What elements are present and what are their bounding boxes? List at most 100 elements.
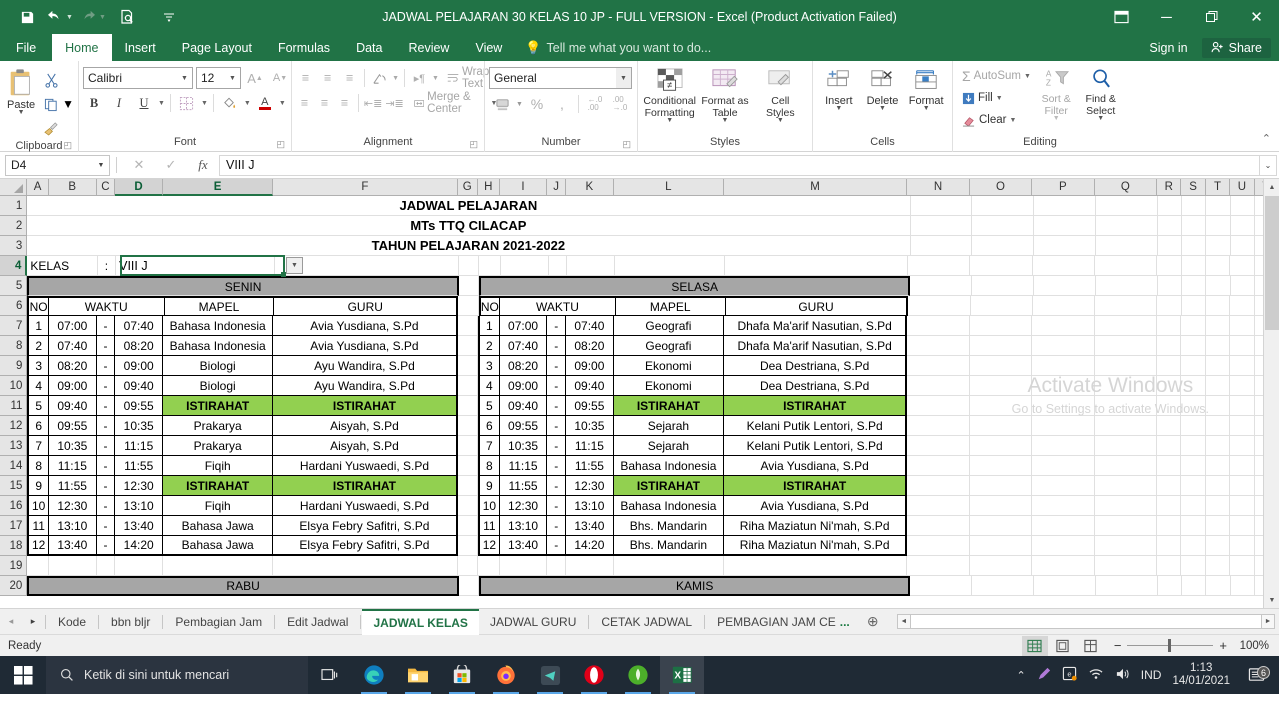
clear-button[interactable]: Clear ▼ <box>959 110 1034 130</box>
grid-cell[interactable] <box>273 556 458 576</box>
microsoft-edge-icon[interactable] <box>352 656 396 694</box>
grid-cell[interactable]: 2 <box>478 336 500 356</box>
grid-cell[interactable] <box>1181 536 1206 556</box>
grid-cell[interactable] <box>1094 496 1158 516</box>
grid-cell[interactable] <box>1182 276 1207 296</box>
grid-cell[interactable]: Bahasa Indonesia <box>613 456 724 476</box>
zoom-out-button[interactable]: − <box>1114 638 1122 653</box>
grid-cell[interactable] <box>1094 536 1158 556</box>
grid-cell[interactable]: 09:00 <box>48 376 97 396</box>
grid-cell[interactable] <box>1181 516 1206 536</box>
column-header-P[interactable]: P <box>1032 179 1095 196</box>
grid-cell[interactable] <box>1230 336 1255 356</box>
grid-cell[interactable]: WAKTU <box>48 296 165 316</box>
grid-cell[interactable] <box>969 456 1033 476</box>
zoom-track[interactable] <box>1127 639 1214 652</box>
grid-cell[interactable] <box>972 216 1035 236</box>
grid-cell[interactable] <box>907 516 970 536</box>
scroll-up-button[interactable]: ▲ <box>1264 179 1279 195</box>
grid-cell[interactable] <box>500 256 549 276</box>
grid-cell[interactable]: ISTIRAHAT <box>613 476 724 496</box>
grid-cell[interactable] <box>1094 336 1158 356</box>
paste-dropdown-icon[interactable]: ▼ <box>18 109 25 116</box>
grid-cell[interactable]: Geografi <box>613 316 724 336</box>
row-header-4[interactable]: 4 <box>0 256 28 276</box>
grid-cell[interactable]: ISTIRAHAT <box>273 396 458 416</box>
grid-cell[interactable] <box>1158 236 1183 256</box>
grid-cell[interactable] <box>458 276 480 296</box>
firefox-icon[interactable] <box>484 656 528 694</box>
clear-dropdown-icon[interactable]: ▼ <box>1009 117 1016 124</box>
grid-cell[interactable]: 08:20 <box>565 336 614 356</box>
grid-cell[interactable]: 09:40 <box>115 376 164 396</box>
grid-cell[interactable]: 2 <box>27 336 49 356</box>
close-button[interactable]: ✕ <box>1234 0 1279 34</box>
share-button[interactable]: Share <box>1201 37 1271 58</box>
grid-cell[interactable] <box>1230 536 1255 556</box>
grid-cell[interactable]: 6 <box>27 416 49 436</box>
column-header-B[interactable]: B <box>48 179 97 196</box>
restore-button[interactable] <box>1189 0 1234 34</box>
grid-cell[interactable]: 10:35 <box>115 416 164 436</box>
format-dropdown-icon[interactable]: ▼ <box>923 105 930 112</box>
grid-cell[interactable] <box>567 256 615 276</box>
vertical-scrollbar[interactable]: ▲ ▼ <box>1263 179 1279 608</box>
zoom-slider[interactable]: − + <box>1114 638 1227 653</box>
grid-cell[interactable]: ISTIRAHAT <box>723 476 908 496</box>
opera-icon[interactable] <box>572 656 616 694</box>
grid-cell[interactable]: Avia Yusdiana, S.Pd <box>273 336 458 356</box>
sheet-tab-edit-jadwal[interactable]: Edit Jadwal <box>276 609 359 635</box>
grid-cell[interactable] <box>613 556 724 576</box>
grid-cell[interactable] <box>969 316 1033 336</box>
grid-cell[interactable]: GURU <box>725 296 909 316</box>
grid-cell[interactable] <box>969 556 1033 576</box>
grid-cell[interactable] <box>565 556 614 576</box>
grid-cell[interactable] <box>547 556 566 576</box>
grid-cell[interactable] <box>970 296 1033 316</box>
grid-cell[interactable]: Ekonomi <box>613 356 724 376</box>
grid-cell[interactable] <box>1032 496 1095 516</box>
grid-cell[interactable]: : <box>97 256 117 276</box>
grid-cell[interactable] <box>1094 556 1157 576</box>
grid-cell[interactable] <box>972 236 1035 256</box>
excel-icon[interactable]: X <box>660 656 704 694</box>
grid-cell[interactable] <box>1230 516 1255 536</box>
format-cells-button[interactable]: Format ▼ <box>904 66 948 112</box>
column-header-O[interactable]: O <box>969 179 1033 196</box>
grid-cell[interactable]: 13:10 <box>499 516 548 536</box>
column-header-D[interactable]: D <box>115 179 163 196</box>
grid-cell[interactable]: 14:20 <box>115 536 164 556</box>
grid-cell[interactable]: 13:10 <box>565 496 614 516</box>
grid-cell[interactable] <box>907 556 970 576</box>
grid-cell[interactable]: - <box>547 456 566 476</box>
row-header-10[interactable]: 10 <box>0 376 28 396</box>
grid-cell[interactable]: 7 <box>27 436 49 456</box>
grid-cell[interactable] <box>1181 556 1206 576</box>
grid-cell[interactable]: 08:20 <box>499 356 548 376</box>
column-header-C[interactable]: C <box>96 179 116 196</box>
grid-cell[interactable] <box>1230 236 1255 256</box>
fill-color-button[interactable] <box>219 92 241 114</box>
redo-icon[interactable] <box>75 5 101 29</box>
underline-dropdown-icon[interactable]: ▼ <box>158 100 165 107</box>
grid-cell[interactable] <box>1230 296 1255 316</box>
horizontal-scrollbar[interactable]: ◄ ► <box>896 614 1275 629</box>
grid-cell[interactable] <box>969 336 1033 356</box>
tab-data[interactable]: Data <box>343 34 395 61</box>
data-validation-dropdown-button[interactable]: ▼ <box>286 257 303 274</box>
grid-cell[interactable] <box>1206 576 1231 596</box>
column-header-N[interactable]: N <box>907 179 970 196</box>
wrap-dropdown-icon[interactable]: ▼ <box>432 75 439 82</box>
grid-cell[interactable]: 7 <box>478 436 500 456</box>
sheet-tab-pembagian-jam-ce[interactable]: PEMBAGIAN JAM CE ... <box>706 609 861 635</box>
grid-cell[interactable] <box>1230 356 1255 376</box>
grid-cell[interactable] <box>969 436 1033 456</box>
grid-cell[interactable] <box>907 316 970 336</box>
grid-cell[interactable]: 14:20 <box>565 536 614 556</box>
grid-cell[interactable] <box>1157 316 1182 336</box>
underline-button[interactable]: U <box>133 92 155 114</box>
grid-cell[interactable] <box>1206 236 1231 256</box>
clipboard-dialog-launcher[interactable]: ◰ <box>63 138 72 152</box>
grid-cell[interactable]: GURU <box>274 296 459 316</box>
grid-cell[interactable] <box>1230 196 1255 216</box>
